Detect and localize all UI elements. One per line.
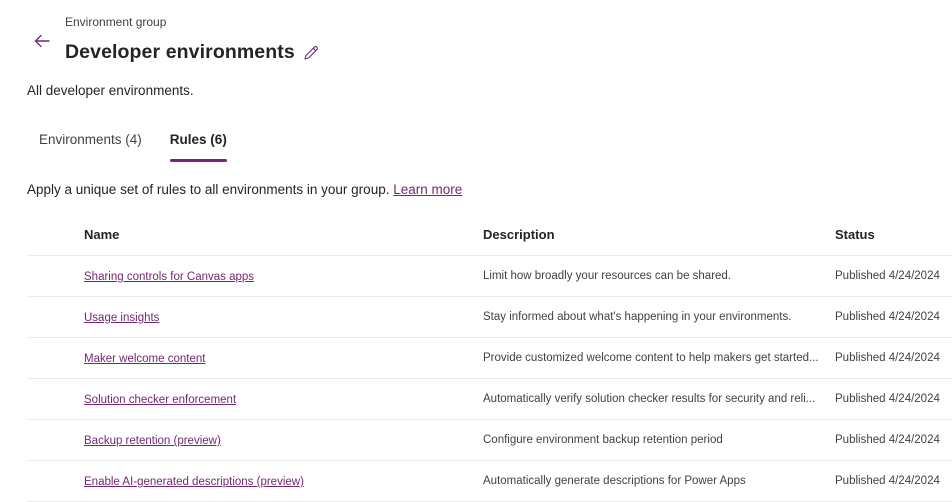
arrow-left-icon: [34, 34, 50, 48]
rule-name-link[interactable]: Usage insights: [84, 312, 159, 324]
environment-group-page: Environment group Developer environments…: [0, 0, 952, 502]
rule-name-link[interactable]: Enable AI-generated descriptions (previe…: [84, 476, 304, 488]
rule-description: Automatically verify solution checker re…: [483, 393, 816, 405]
pencil-icon: [304, 45, 318, 60]
rules-table: Name Description Status Sharing controls…: [27, 214, 952, 502]
back-button[interactable]: [30, 30, 54, 52]
rule-status: Published 4/24/2024: [835, 311, 940, 323]
rules-intro: Apply a unique set of rules to all envir…: [27, 182, 462, 197]
page-title: Developer environments: [65, 41, 295, 63]
table-row[interactable]: Maker welcome content Provide customized…: [27, 338, 952, 379]
rule-description: Provide customized welcome content to he…: [483, 352, 819, 364]
tab-rules[interactable]: Rules (6): [158, 128, 239, 162]
table-row[interactable]: Backup retention (preview) Configure env…: [27, 420, 952, 461]
rule-description: Configure environment backup retention p…: [483, 434, 723, 446]
rule-status: Published 4/24/2024: [835, 434, 940, 446]
table-row[interactable]: Usage insights Stay informed about what'…: [27, 297, 952, 338]
rule-status: Published 4/24/2024: [835, 393, 940, 405]
learn-more-link[interactable]: Learn more: [393, 182, 462, 197]
table-row[interactable]: Sharing controls for Canvas apps Limit h…: [27, 256, 952, 297]
rule-description: Automatically generate descriptions for …: [483, 475, 746, 487]
tab-list: Environments (4) Rules (6): [27, 128, 239, 162]
column-header-status[interactable]: Status: [835, 227, 952, 242]
rule-description: Stay informed about what's happening in …: [483, 311, 792, 323]
rule-status: Published 4/24/2024: [835, 270, 940, 282]
table-header: Name Description Status: [27, 214, 952, 256]
rule-name-link[interactable]: Backup retention (preview): [84, 435, 221, 447]
rule-status: Published 4/24/2024: [835, 475, 940, 487]
page-subtitle: All developer environments.: [27, 83, 194, 98]
column-header-description[interactable]: Description: [483, 227, 835, 242]
table-row[interactable]: Enable AI-generated descriptions (previe…: [27, 461, 952, 502]
title-row: Developer environments: [65, 41, 320, 64]
edit-title-button[interactable]: [302, 44, 320, 62]
column-header-name[interactable]: Name: [27, 227, 483, 242]
rule-description: Limit how broadly your resources can be …: [483, 270, 732, 282]
rule-status: Published 4/24/2024: [835, 352, 940, 364]
table-row[interactable]: Solution checker enforcement Automatical…: [27, 379, 952, 420]
tab-environments[interactable]: Environments (4): [27, 128, 154, 162]
rule-name-link[interactable]: Sharing controls for Canvas apps: [84, 271, 254, 283]
rules-intro-text: Apply a unique set of rules to all envir…: [27, 182, 394, 197]
rule-name-link[interactable]: Solution checker enforcement: [84, 394, 236, 406]
rule-name-link[interactable]: Maker welcome content: [84, 353, 205, 365]
breadcrumb-eyebrow: Environment group: [65, 15, 167, 29]
